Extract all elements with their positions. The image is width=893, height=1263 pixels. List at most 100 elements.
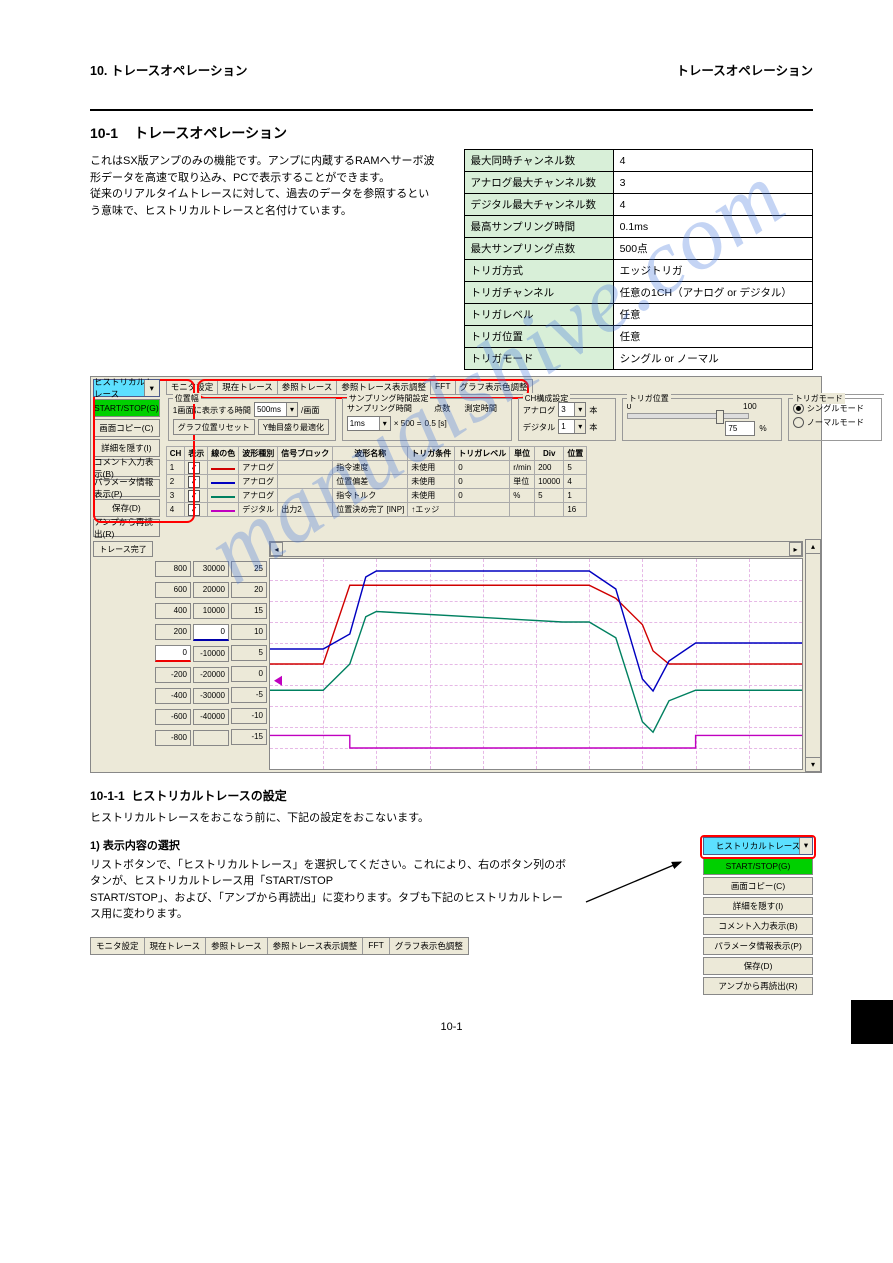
tab: 参照トレース [206,938,268,954]
chcfg-group: CH構成設定 アナログ 3▾ 本 デジタル 1▾ 本 [518,398,616,441]
save-button-mini[interactable]: 保存(D) [703,957,813,975]
trigmode-group: トリガモード シングルモード ノーマルモード [788,398,882,441]
mini-sidebar: ヒストリカルトレース ▾ START/STOP(G) 画面コピー(C) 詳細を隠… [703,837,813,995]
hide-detail-button-mini[interactable]: 詳細を隠す(I) [703,897,813,915]
scale-cell: 200 [155,624,191,640]
ch-cell: アナログ [239,461,278,475]
ch-header: トリガ条件 [408,447,455,461]
start-stop-button[interactable]: START/STOP(G) [93,399,160,417]
param-info-button-mini[interactable]: パラメータ情報表示(P) [703,937,813,955]
ch-cell: 3 [166,489,185,503]
ch-header: 単位 [510,447,535,461]
range-select[interactable]: 500ms▾ [254,402,298,417]
v-scrollbar[interactable]: ▴ ▾ [805,539,821,772]
spec-key: トリガレベル [464,304,613,326]
line-color [211,468,235,470]
start-stop-button-mini[interactable]: START/STOP(G) [703,857,813,875]
sample-time-select[interactable]: 1ms▾ [347,416,391,431]
intro-text: これはSX版アンプのみの機能です。アンプに内蔵するRAMへサーボ波形データを高速… [90,153,440,219]
scale-cell: 10 [231,624,267,640]
h-scrollbar[interactable]: ◂ ▸ [269,541,803,557]
scale-cell: -200 [155,667,191,683]
digital-count-select[interactable]: 1▾ [558,419,586,434]
trace-done: トレース完了 [91,539,155,772]
ch-cell: 5 [535,489,564,503]
normal-mode-radio[interactable] [793,417,804,428]
ch-header: 線の色 [208,447,239,461]
single-mode-radio[interactable] [793,403,804,414]
spec-val: 任意 [613,304,812,326]
app-screenshot: ヒストリカルトレース ▾ START/STOP(G) 画面コピー(C) 詳細を隠… [90,376,822,773]
chevron-down-icon: ▾ [379,417,390,430]
ch-header: 表示 [185,447,208,461]
tab[interactable]: 参照トレース表示調整 [336,379,431,394]
tab: グラフ表示色調整 [390,938,468,954]
trig-pos-value[interactable]: 75 [725,421,755,436]
sidebar: ヒストリカルトレース ▾ START/STOP(G) 画面コピー(C) 詳細を隠… [91,377,162,539]
scale-cell [193,730,229,746]
tab[interactable]: 現在トレース [217,379,278,394]
chevron-down-icon: ▾ [574,403,585,416]
spec-val: シングル or ノーマル [613,348,812,370]
scale-cell: 20 [231,582,267,598]
arrow-up-icon[interactable]: ▴ [806,540,820,554]
graph-reset-button[interactable]: グラフ位置リセット [173,419,255,435]
screen-copy-button[interactable]: 画面コピー(C) [93,419,160,437]
ch-cell [208,503,239,517]
scale-columns: 8006004002000-200-400-600-800 3000020000… [155,539,267,772]
param-info-button[interactable]: パラメータ情報表示(P) [93,479,160,497]
trig-pos-slider[interactable] [627,413,749,419]
subsection-heading: 10-1-1 ヒストリカルトレースの設定 [90,787,813,804]
ch-cell: 0 [455,475,510,489]
ch-cell [510,503,535,517]
scale-cell: 5 [231,645,267,661]
ch-header: 波形種別 [239,447,278,461]
arrow-left-icon[interactable]: ◂ [270,542,283,556]
chevron-down-icon: ▾ [144,380,159,396]
ch-cell [278,475,333,489]
tab: 参照トレース表示調整 [268,938,364,954]
trace-mode-select-mini[interactable]: ヒストリカルトレース ▾ [703,837,813,855]
ch-visible-checkbox[interactable]: ✓ [188,504,200,516]
bullet-a-text: リストボタンで、「ヒストリカルトレース」を選択してください。これにより、右のボタ… [90,857,569,923]
tab[interactable]: 参照トレース [277,379,338,394]
save-button[interactable]: 保存(D) [93,499,160,517]
spec-key: 最高サンプリング時間 [464,216,613,238]
comment-button[interactable]: コメント入力表示(B) [93,459,160,477]
ch-cell [278,461,333,475]
ch-cell: アナログ [239,475,278,489]
ch-cell [455,503,510,517]
arrow-down-icon[interactable]: ▾ [806,757,820,771]
tab[interactable]: モニタ設定 [166,379,219,394]
ch-cell: 10000 [535,475,564,489]
ch-cell [208,475,239,489]
spec-val: エッジトリガ [613,260,812,282]
spec-key: アナログ最大チャンネル数 [464,172,613,194]
spec-val: 任意 [613,326,812,348]
ch-visible-checkbox[interactable]: ✓ [188,490,200,502]
ch-visible-checkbox[interactable]: ✓ [188,462,200,474]
tab[interactable]: グラフ表示色調整 [455,379,533,394]
scale-cell: -10000 [193,646,229,662]
screen-copy-button-mini[interactable]: 画面コピー(C) [703,877,813,895]
ch-visible-checkbox[interactable]: ✓ [188,476,200,488]
spec-key: トリガ位置 [464,326,613,348]
ch-cell [535,503,564,517]
yopt-button[interactable]: Y軸目盛り最適化 [258,419,329,435]
rule [90,109,813,111]
reload-button-mini[interactable]: アンプから再読出(R) [703,977,813,995]
ch-header: 位置 [564,447,587,461]
ch-header: 波形名称 [333,447,408,461]
hide-detail-button[interactable]: 詳細を隠す(I) [93,439,160,457]
comment-button-mini[interactable]: コメント入力表示(B) [703,917,813,935]
analog-count-select[interactable]: 3▾ [558,402,586,417]
tab[interactable]: FFT [430,379,456,394]
ch-cell: 0 [455,461,510,475]
arrow-right-icon[interactable]: ▸ [789,542,802,556]
chevron-down-icon: ▾ [574,420,585,433]
ch-cell: ✓ [185,489,208,503]
trace-mode-select[interactable]: ヒストリカルトレース ▾ [93,379,160,397]
ch-cell: デジタル [239,503,278,517]
scale-cell: -600 [155,709,191,725]
reload-button[interactable]: アンプから再読出(R) [93,519,160,537]
